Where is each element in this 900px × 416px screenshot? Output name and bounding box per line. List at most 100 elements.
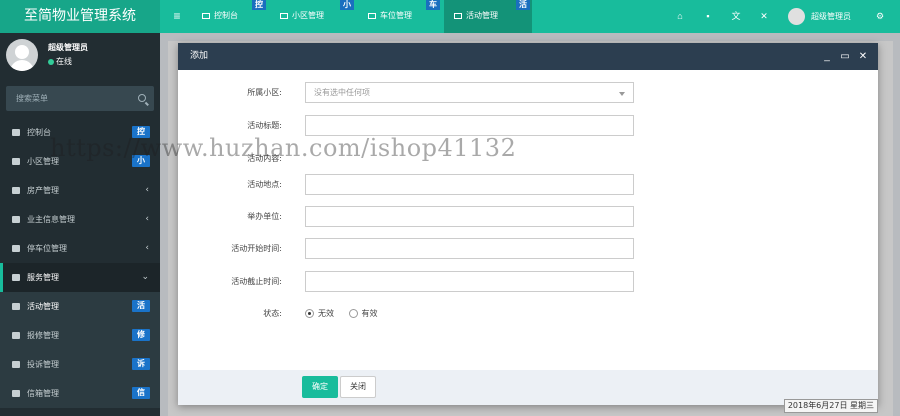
- tab-community[interactable]: 小区管理 小: [270, 0, 356, 33]
- list-icon: [454, 12, 462, 19]
- menu-toggle-icon[interactable]: ≡: [166, 0, 188, 33]
- radio-label: 有效: [361, 309, 378, 318]
- chevron-left-icon: ‹: [145, 214, 149, 224]
- dashboard-icon: [12, 129, 20, 136]
- list-icon: [12, 390, 20, 397]
- form-row-community: 所属小区: 没有选中任何项: [178, 82, 878, 104]
- start-time-input[interactable]: [305, 238, 634, 259]
- sidebar-item-label: 活动管理: [27, 302, 59, 311]
- sidebar-item-label: 控制台: [27, 128, 51, 137]
- avatar: [6, 39, 38, 71]
- list-icon: [368, 12, 376, 19]
- trash-icon[interactable]: ▪: [702, 10, 714, 22]
- parking-icon: [12, 245, 20, 252]
- sidebar-item-mailbox[interactable]: 信箱管理 信: [0, 379, 160, 408]
- tab-badge: 车: [426, 0, 440, 10]
- fullscreen-icon[interactable]: ✕: [758, 10, 770, 22]
- sidebar-item-label: 服务管理: [27, 273, 59, 282]
- close-icon[interactable]: ✕: [856, 43, 870, 70]
- gear-icon[interactable]: ⚙: [874, 10, 886, 22]
- app-title[interactable]: 至简物业管理系统: [0, 0, 160, 33]
- radio-checked-icon[interactable]: [305, 309, 314, 318]
- sidebar-item-property[interactable]: 房产管理 ‹: [0, 176, 160, 205]
- sidebar-item-repair[interactable]: 报修管理 修: [0, 321, 160, 350]
- location-input[interactable]: [305, 174, 634, 195]
- sidebar-item-label: 业主信息管理: [27, 215, 75, 224]
- tab-label: 车位管理: [380, 11, 412, 20]
- sidebar-badge: 修: [132, 329, 150, 341]
- tab-dashboard[interactable]: 控制台 控: [192, 0, 268, 33]
- tab-badge: 活: [516, 0, 530, 10]
- dialog-body: 所属小区: 没有选中任何项 活动标题: 活动内容: 活动地点: 举办单位: 活动…: [178, 70, 878, 370]
- status-option-valid[interactable]: 有效: [348, 303, 378, 325]
- header-username[interactable]: 超级管理员: [811, 0, 851, 33]
- top-header: 至简物业管理系统 ≡ 控制台 控 小区管理 小 车位管理 车 活动管理 活 ⌂ …: [0, 0, 900, 33]
- sidebar-search: [6, 86, 154, 111]
- tab-parking[interactable]: 车位管理 车: [358, 0, 442, 33]
- sidebar-item-label: 房产管理: [27, 186, 59, 195]
- dialog-footer: 确定 关闭: [178, 370, 878, 405]
- service-icon: [12, 274, 20, 281]
- field-label: 所属小区:: [247, 88, 282, 97]
- tab-label: 小区管理: [292, 11, 324, 20]
- list-icon: [12, 303, 20, 310]
- dialog-header: 添加 _ ▭ ✕: [178, 43, 878, 70]
- date-display: 2018年6月27日 星期三: [783, 399, 878, 413]
- list-icon: [12, 332, 20, 339]
- dialog-title: 添加: [190, 51, 209, 61]
- form-row-location: 活动地点:: [178, 174, 878, 196]
- close-button[interactable]: 关闭: [340, 376, 376, 398]
- sidebar-badge: 活: [132, 300, 150, 312]
- user-name: 超级管理员: [48, 43, 88, 52]
- sidebar-item-owner[interactable]: 业主信息管理 ‹: [0, 205, 160, 234]
- form-row-start-time: 活动开始时间:: [178, 238, 878, 260]
- sidebar-item-complaint[interactable]: 投诉管理 诉: [0, 350, 160, 379]
- status-text: 在线: [56, 57, 72, 66]
- form-row-organizer: 举办单位:: [178, 206, 878, 228]
- user-status: 在线: [48, 56, 72, 67]
- watermark: https://www.huzhan.com/ishop41132: [50, 134, 517, 162]
- form-row-status: 状态: 无效 有效: [178, 303, 878, 325]
- sidebar-item-label: 投诉管理: [27, 360, 59, 369]
- form-row-end-time: 活动截止时间:: [178, 271, 878, 293]
- chevron-left-icon: ‹: [145, 185, 149, 195]
- tab-label: 控制台: [214, 11, 238, 20]
- maximize-icon[interactable]: ▭: [838, 43, 852, 70]
- radio-icon[interactable]: [348, 309, 358, 318]
- sidebar-item-label: 报修管理: [27, 331, 59, 340]
- organizer-input[interactable]: [305, 206, 634, 227]
- activity-title-input[interactable]: [305, 115, 634, 136]
- search-icon[interactable]: [138, 94, 146, 102]
- tab-badge: 控: [252, 0, 266, 10]
- confirm-button[interactable]: 确定: [302, 376, 338, 398]
- sidebar-item-label: 停车位管理: [27, 244, 67, 253]
- sidebar-item-service[interactable]: 服务管理 ⌄: [0, 263, 160, 292]
- minimize-icon[interactable]: _: [820, 43, 834, 70]
- sidebar: 超级管理员 在线 控制台 控 小区管理 小 房产管理 ‹ 业主信息管理 ‹ 停车…: [0, 33, 160, 416]
- tab-badge: 小: [340, 0, 354, 10]
- home-icon: [12, 187, 20, 194]
- search-input[interactable]: [6, 86, 126, 111]
- dashboard-icon: [202, 12, 210, 19]
- radio-label: 无效: [318, 309, 334, 318]
- sidebar-item-activity[interactable]: 活动管理 活: [0, 292, 160, 321]
- community-select[interactable]: 没有选中任何项: [305, 82, 634, 103]
- sidebar-badge: 信: [132, 387, 150, 399]
- status-option-invalid[interactable]: 无效: [305, 303, 334, 325]
- sidebar-badge: 诉: [132, 358, 150, 370]
- home-icon[interactable]: ⌂: [674, 10, 686, 22]
- list-icon: [280, 12, 288, 19]
- list-icon: [12, 361, 20, 368]
- tab-label: 活动管理: [466, 11, 498, 20]
- field-label: 活动截止时间:: [231, 277, 282, 286]
- field-label: 活动地点:: [247, 180, 282, 189]
- avatar[interactable]: [788, 8, 805, 25]
- language-icon[interactable]: 文: [730, 10, 742, 22]
- sidebar-item-parking[interactable]: 停车位管理 ‹: [0, 234, 160, 263]
- end-time-input[interactable]: [305, 271, 634, 292]
- chevron-left-icon: ‹: [145, 243, 149, 253]
- field-label: 活动开始时间:: [231, 244, 282, 253]
- tab-activity[interactable]: 活动管理 活: [444, 0, 532, 33]
- status-radio-group: 无效 有效: [305, 303, 390, 325]
- user-icon: [12, 216, 20, 223]
